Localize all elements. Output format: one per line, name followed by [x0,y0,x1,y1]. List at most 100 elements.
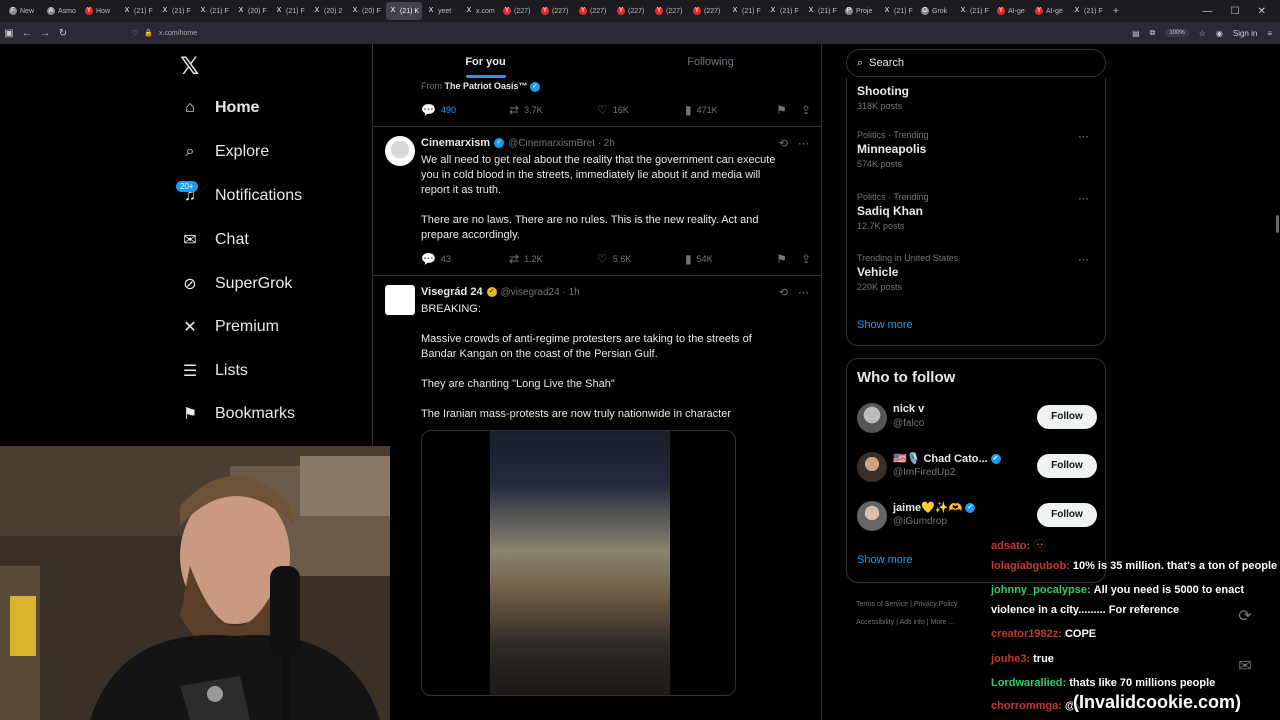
author-handle[interactable]: @visegrad24 · 1h [501,287,580,298]
who-to-follow-show-more[interactable]: Show more [857,554,913,566]
browser-tab[interactable]: Y (227) [690,2,726,20]
account-name[interactable]: jaime💛✨🫶 ✓ [893,501,976,514]
like-button[interactable]: ♡ 5.6K [597,252,685,266]
footer-link[interactable]: More ... [931,619,955,626]
author-name[interactable]: Visegrád 24 [421,286,483,298]
views-button[interactable]: ▮ 471K [685,103,773,117]
minimize-icon[interactable]: — [1203,6,1213,17]
new-tab-icon[interactable]: + [1108,6,1124,17]
browser-tab[interactable]: X (20) 2 [310,2,346,20]
url-bar[interactable]: ♡ 🔒 x.com/home [132,25,1132,41]
browser-tab[interactable]: Y (227) [500,2,536,20]
pip-icon[interactable]: ⧉ [1150,28,1156,38]
browser-tab[interactable]: X (21) F [120,2,156,20]
bookmark-icon[interactable]: ⚑ [776,103,787,117]
post-video[interactable] [421,430,736,696]
nav-item-premium[interactable]: ✕ Premium [180,312,279,342]
browser-tab[interactable]: Y How [82,2,118,20]
tab-following[interactable]: Following [598,44,823,80]
follow-suggestion[interactable]: jaime💛✨🫶 ✓ @iGumdrop Follow [857,499,1097,535]
account-name[interactable]: nick v [893,403,924,415]
back-icon[interactable]: ← [18,28,36,39]
sidebar-icon[interactable]: ▣ [0,28,18,39]
author-name[interactable]: Cinemarxism [421,137,490,149]
browser-tab[interactable]: X (21) F [196,2,232,20]
url-text[interactable]: x.com/home [159,30,197,37]
browser-tab[interactable]: P Proje [842,2,878,20]
source-name[interactable]: The Patriot Oasis™ [445,81,528,91]
author-handle[interactable]: @CinemarxismBret · 2h [508,138,615,149]
more-icon[interactable]: ⋯ [1078,253,1089,266]
trend-item[interactable]: Trending in United States Vehicle 220K p… [857,253,1097,292]
avatar[interactable] [857,403,887,433]
footer-link[interactable]: Terms of Service [856,601,908,608]
follow-suggestion[interactable]: 🇺🇸🎙️ Chad Cato... ✓ @ImFiredUp2 Follow [857,450,1097,486]
browser-tab[interactable]: Y AI-ge [1032,2,1068,20]
account-name[interactable]: 🇺🇸🎙️ Chad Cato... ✓ [893,452,1001,465]
reply-button[interactable]: 💬 490 [421,103,509,117]
bookmark-star-icon[interactable]: ☆ [1199,29,1206,38]
forward-icon[interactable]: → [36,28,54,39]
repost-button[interactable]: ⇄ 1.2K [509,252,597,266]
scrollbar[interactable] [1276,215,1279,233]
trend-item[interactable]: Politics · Trending Minneapolis 574K pos… [857,130,1097,169]
avatar[interactable] [857,501,887,531]
video-frame[interactable] [490,431,670,695]
footer-link[interactable]: Accessibility [856,619,894,626]
bookmark-icon[interactable]: ⚑ [776,252,787,266]
tab-for-you[interactable]: For you [373,44,598,80]
search-input[interactable]: ⌕ Search [846,49,1106,77]
nav-item-explore[interactable]: ⌕ Explore [180,137,270,167]
nav-item-home[interactable]: ⌂ Home [180,93,259,123]
follow-button[interactable]: Follow [1037,503,1097,527]
more-icon[interactable]: ⋯ [798,137,809,150]
reply-button[interactable]: 💬 43 [421,252,509,266]
trends-show-more[interactable]: Show more [857,319,913,331]
grok-icon[interactable]: ⟲ [779,137,788,150]
repost-button[interactable]: ⇄ 3.7K [509,103,597,117]
follow-button[interactable]: Follow [1037,454,1097,478]
browser-tab[interactable]: X (21) F [728,2,764,20]
nav-item-notifications[interactable]: ♫ Notifications [180,181,302,211]
account-icon[interactable]: ◉ [1216,29,1223,38]
browser-tab[interactable]: F New [6,2,42,20]
browser-tab[interactable]: Y AI-ge [994,2,1030,20]
browser-tab[interactable]: X (21) F [766,2,802,20]
avatar[interactable] [385,136,415,166]
x-logo-icon[interactable]: 𝕏 [180,52,199,80]
zoom-level[interactable]: 100% [1165,29,1189,37]
more-icon[interactable]: ⋯ [1078,192,1089,205]
nav-item-chat[interactable]: ✉ Chat [180,225,249,255]
menu-icon[interactable]: ≡ [1267,29,1272,38]
browser-tab[interactable]: Xx.com [462,2,498,20]
browser-tab[interactable]: A Asmo [44,2,80,20]
more-icon[interactable]: ⋯ [1078,130,1089,143]
browser-tab[interactable]: X (21) F [158,2,194,20]
browser-tab[interactable]: Y (227) [538,2,574,20]
close-icon[interactable]: ✕ [1258,6,1266,17]
browser-tab[interactable]: Y (227) [652,2,688,20]
browser-tab[interactable]: X (21) F [956,2,992,20]
footer-link[interactable]: Ads info [899,619,924,626]
more-icon[interactable]: ⋯ [798,286,809,299]
share-icon[interactable]: ⇪ [801,103,811,117]
browser-tab[interactable]: X (20) F [348,2,384,20]
reload-icon[interactable]: ↻ [54,28,72,39]
browser-tab[interactable]: Xyeet [424,2,460,20]
maximize-icon[interactable]: ☐ [1231,6,1240,17]
browser-tab[interactable]: X (21) F [272,2,308,20]
browser-tab[interactable]: Y (227) [614,2,650,20]
browser-tab[interactable]: X (21) F [1070,2,1106,20]
like-button[interactable]: ♡ 16K [597,103,685,117]
browser-tab[interactable]: X (21) F [880,2,916,20]
reader-icon[interactable]: ▤ [1132,29,1140,38]
trend-item[interactable]: Politics · Trending Sadiq Khan 12.7K pos… [857,192,1097,231]
footer-link[interactable]: Privacy Policy [914,601,958,608]
nav-item-supergrok[interactable]: ⊘ SuperGrok [180,269,292,299]
nav-item-bookmarks[interactable]: ⚑ Bookmarks [180,399,295,429]
avatar[interactable] [385,285,415,315]
browser-tab[interactable]: X (20) F [234,2,270,20]
browser-tab[interactable]: X (21) K [386,2,422,20]
share-icon[interactable]: ⇪ [801,252,811,266]
follow-suggestion[interactable]: nick v @falco Follow [857,401,1097,437]
